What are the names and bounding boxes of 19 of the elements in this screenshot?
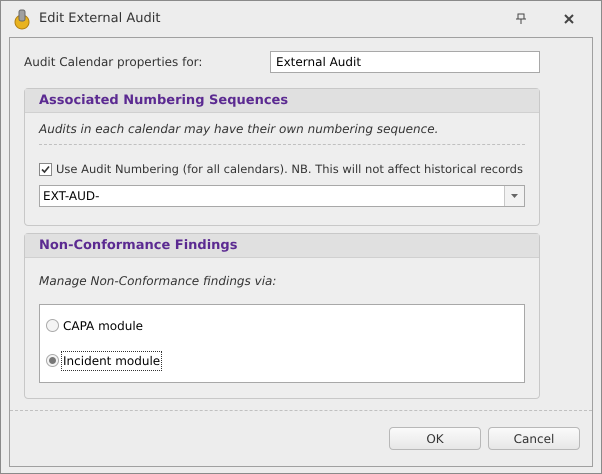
numbering-checkbox[interactable]: Use Audit Numbering (for all calendars). NB. This will not affect historical records [39, 161, 525, 178]
calendar-label: Audit Calendar properties for: [24, 54, 202, 71]
calendar-name-field[interactable]: External Audit [270, 51, 540, 73]
group-header: Associated Numbering Sequences [25, 89, 539, 113]
radio[interactable] [46, 319, 59, 332]
checkbox[interactable] [39, 163, 52, 176]
group-header: Non-Conformance Findings [25, 234, 539, 258]
radio-option[interactable]: CAPA module [46, 316, 518, 334]
note-text: Audits in each calendar may have their own numbering sequence. [39, 113, 525, 145]
radio[interactable] [46, 354, 59, 367]
window-title: Edit External Audit [39, 10, 160, 28]
ok-button[interactable]: OK [389, 427, 481, 450]
close-icon[interactable] [563, 13, 575, 25]
note-text: Manage Non-Conformance findings via: [39, 273, 278, 290]
sequence-dropdown[interactable]: EXT-AUD- [39, 185, 525, 208]
caret-icon [511, 194, 518, 198]
cancel-button[interactable]: Cancel [488, 427, 580, 450]
pin-icon[interactable] [515, 13, 527, 25]
radio-option[interactable]: Incident module [46, 350, 518, 370]
